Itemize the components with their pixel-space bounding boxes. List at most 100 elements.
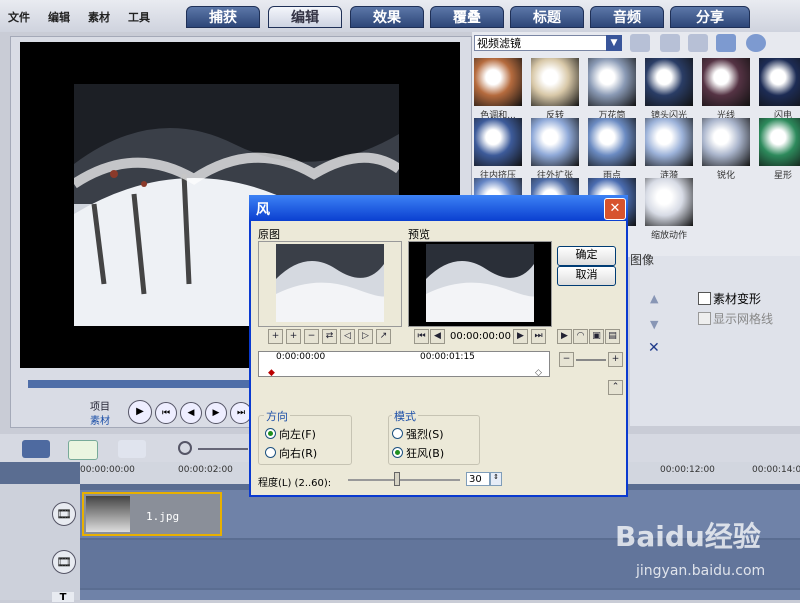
clip-1[interactable]: 1.jpg (82, 492, 222, 536)
next-frame-icon[interactable]: ▶ (205, 402, 227, 424)
go-start-icon[interactable]: ⏮ (414, 329, 429, 344)
menu-clip[interactable]: 素材 (88, 9, 110, 25)
preview-device-icon[interactable]: ▤ (605, 329, 620, 344)
degree-label: 程度(L) (2..60): (258, 478, 332, 489)
library-dropdown[interactable]: 视频滤镜 (474, 35, 622, 51)
direction-left-label[interactable]: 向左(F) (279, 426, 316, 442)
ruler-tick: 00:00:00:00 (80, 465, 135, 475)
dialog-titlebar[interactable] (249, 195, 628, 221)
menu-file[interactable]: 文件 (8, 9, 30, 25)
keyframe-remove-icon[interactable]: − (304, 329, 319, 344)
clip-thumbnail (86, 496, 130, 532)
ok-button[interactable]: 确定 (557, 246, 616, 266)
effect-thumbnail[interactable] (759, 118, 800, 166)
effect-thumbnail[interactable] (645, 58, 693, 106)
refresh-icon[interactable] (716, 34, 736, 52)
menu-edit[interactable]: 编辑 (48, 9, 70, 25)
direction-right-label[interactable]: 向右(R) (279, 445, 317, 461)
chevron-down-icon[interactable]: ▼ (650, 318, 658, 331)
degree-slider[interactable] (348, 479, 460, 481)
keyframe-add-icon[interactable]: + (268, 329, 283, 344)
effect-thumbnail[interactable] (702, 118, 750, 166)
mode-gale-radio[interactable] (392, 447, 403, 458)
effect-thumbnail[interactable] (759, 58, 800, 106)
deform-checkbox[interactable] (698, 292, 711, 305)
zoom-icon[interactable] (178, 441, 192, 455)
keyframe-marker-icon[interactable]: ◇ (535, 368, 542, 378)
mode-strong-radio[interactable] (392, 428, 403, 439)
audio-view-icon[interactable] (118, 440, 146, 458)
effect-thumbnail[interactable] (588, 118, 636, 166)
import-icon[interactable] (660, 34, 680, 52)
effect-label: 缩放动作 (650, 231, 687, 241)
keyframe-next-icon[interactable]: ↗ (376, 329, 391, 344)
chevron-down-icon[interactable]: ▼ (606, 35, 622, 51)
effect-thumbnail[interactable] (702, 58, 750, 106)
tab-overlay[interactable]: 覆叠 (430, 6, 504, 28)
effect-label: 锐化 (716, 171, 735, 181)
tab-edit[interactable]: 编辑 (268, 6, 342, 28)
zoom-out-icon[interactable]: − (559, 352, 574, 367)
mode-gale-label[interactable]: 狂风(B) (406, 445, 444, 461)
prev-frame-icon[interactable]: ◀ (430, 329, 445, 344)
go-end-icon[interactable]: ⏭ (531, 329, 546, 344)
effect-thumbnail[interactable] (531, 118, 579, 166)
storyboard-view-icon[interactable] (22, 440, 50, 458)
mode-strong-label[interactable]: 强烈(S) (406, 426, 444, 442)
direction-left-radio[interactable] (265, 428, 276, 439)
play-icon[interactable]: ▶ (557, 329, 572, 344)
preview-thumbnail (426, 244, 534, 322)
effect-thumbnail[interactable] (531, 58, 579, 106)
project-label[interactable]: 项目 (90, 398, 110, 413)
zoom-slider[interactable] (576, 359, 606, 361)
monitor-icon[interactable]: ▣ (589, 329, 604, 344)
prev-frame-icon[interactable]: ◀ (180, 402, 202, 424)
ruler-mid: 00:00:01:15 (420, 352, 475, 362)
home-icon[interactable]: ⏮ (155, 402, 177, 424)
tab-title[interactable]: 标题 (510, 6, 584, 28)
degree-slider-thumb[interactable] (394, 472, 400, 486)
timeline-view-icon[interactable] (68, 440, 98, 460)
keyframe-right-icon[interactable]: ▷ (358, 329, 373, 344)
video-track-icon[interactable]: 🎞 (52, 502, 76, 526)
keyframe-reverse-icon[interactable]: ⇄ (322, 329, 337, 344)
direction-right-radio[interactable] (265, 447, 276, 458)
loop-icon[interactable]: ◠ (573, 329, 588, 344)
title-track-icon[interactable]: T (52, 592, 74, 603)
tab-share[interactable]: 分享 (670, 6, 750, 28)
keyframe-marker-icon[interactable]: ◆ (268, 368, 275, 378)
chevron-down-icon[interactable] (746, 34, 766, 52)
image-section-label: 图像 (630, 253, 655, 267)
effect-thumbnail[interactable] (588, 58, 636, 106)
chevron-up-icon[interactable]: ▲ (650, 292, 658, 305)
dialog-timecode[interactable]: 00:00:00:00 (450, 331, 511, 342)
degree-spinner[interactable]: ⇕ (490, 472, 502, 486)
next-frame-icon[interactable]: ▶ (513, 329, 528, 344)
play-icon[interactable]: ▶ (128, 400, 152, 424)
degree-input[interactable]: 30 (466, 472, 490, 486)
clip-label[interactable]: 素材 (90, 412, 110, 427)
grid-label: 显示网格线 (713, 312, 774, 326)
baidu-watermark: Baidu经验 (615, 520, 761, 553)
menu-tools[interactable]: 工具 (128, 9, 150, 25)
overlay-track-icon[interactable]: 🎞 (52, 550, 76, 574)
title-track[interactable] (80, 590, 800, 600)
close-icon[interactable]: ✕ (648, 340, 660, 356)
zoom-slider[interactable] (198, 448, 248, 450)
collapse-icon[interactable]: ⌃ (608, 380, 623, 395)
tab-effects[interactable]: 效果 (350, 6, 424, 28)
effect-thumbnail[interactable] (474, 118, 522, 166)
grid-checkbox[interactable] (698, 312, 711, 325)
effect-thumbnail[interactable] (645, 178, 693, 226)
tab-capture[interactable]: 捕获 (186, 6, 260, 28)
effect-thumbnail[interactable] (474, 58, 522, 106)
effect-thumbnail[interactable] (645, 118, 693, 166)
view-icon[interactable] (688, 34, 708, 52)
cancel-button[interactable]: 取消 (557, 266, 616, 286)
dialog-close-button[interactable]: ✕ (604, 198, 626, 220)
keyframe-left-icon[interactable]: ◁ (340, 329, 355, 344)
zoom-in-icon[interactable]: + (608, 352, 623, 367)
keyframe-add-icon[interactable]: + (286, 329, 301, 344)
folder-icon[interactable] (630, 34, 650, 52)
tab-audio[interactable]: 音频 (590, 6, 664, 28)
